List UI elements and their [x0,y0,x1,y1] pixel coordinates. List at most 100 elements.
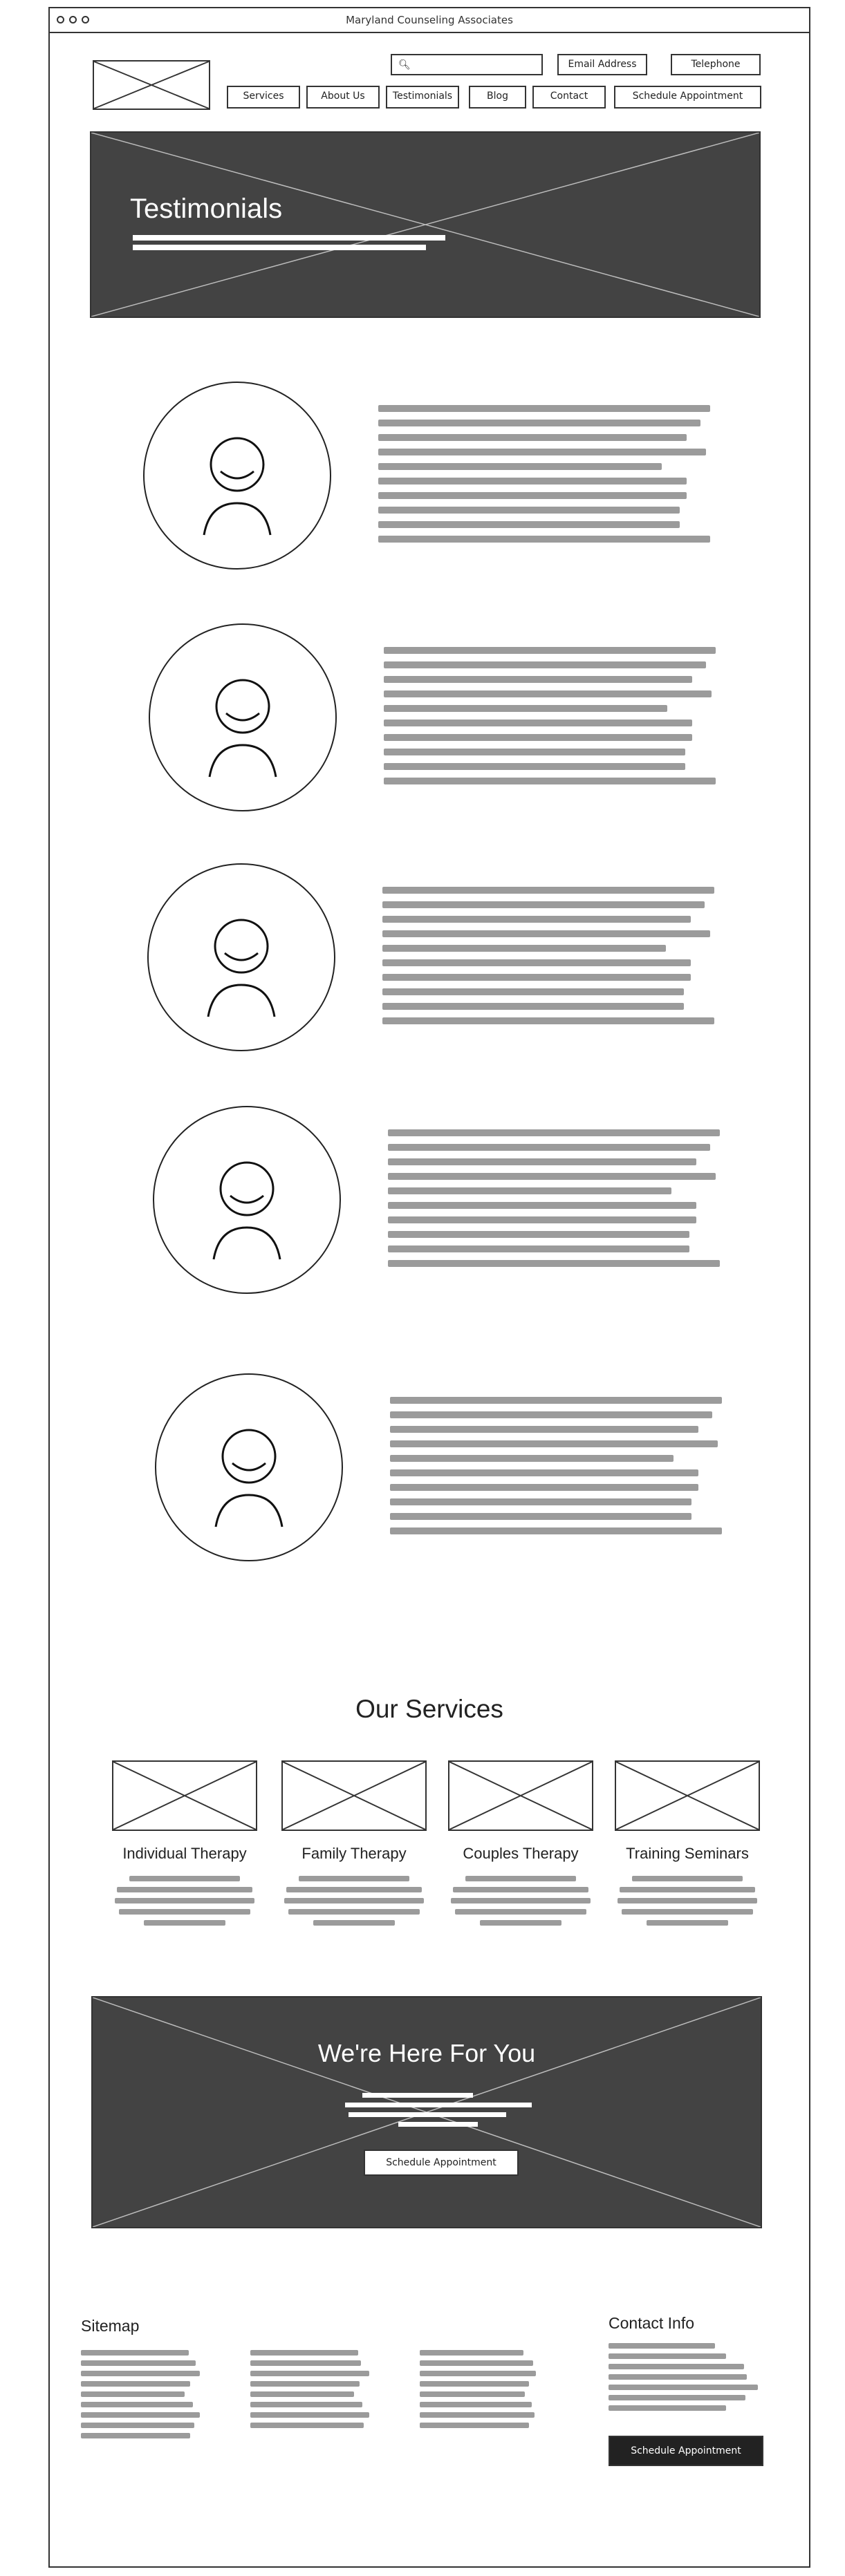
cta-title: We're Here For You [317,2039,536,2067]
nav-contact[interactable]: Contact [532,86,606,109]
testimonial-text-line [382,988,684,995]
testimonial-avatar [147,863,335,1051]
footer-sitemap-link[interactable] [420,2371,536,2376]
service-description-line [455,1909,586,1915]
testimonial-avatar [149,623,337,811]
testimonial-text-line [378,405,710,412]
services-heading: Our Services [355,1695,503,1723]
footer-sitemap-link[interactable] [250,2412,369,2418]
footer-sitemap-link[interactable] [81,2360,196,2366]
logo-placeholder[interactable] [93,60,210,110]
testimonial-text-line [378,449,706,455]
nav-about-us[interactable]: About Us [306,86,380,109]
service-individual-therapy-image[interactable] [112,1760,257,1831]
testimonial-text-line [382,887,714,894]
service-description-line [620,1887,755,1892]
service-description-line [129,1876,240,1881]
footer-sitemap-link[interactable] [81,2350,189,2356]
footer-sitemap-link[interactable] [420,2402,532,2407]
footer-sitemap-link[interactable] [250,2391,354,2397]
email-address-button[interactable]: Email Address [557,54,647,75]
testimonial-text-line [384,720,692,726]
window-title: Maryland Counseling Associates [346,14,513,26]
footer-sitemap-link[interactable] [250,2360,361,2366]
footer-sitemap-link[interactable] [250,2350,358,2356]
testimonial-text-line [384,749,685,755]
nav-schedule-appointment[interactable]: Schedule Appointment [614,86,761,109]
testimonial-text-line [388,1245,689,1252]
window-titlebar: Maryland Counseling Associates [50,8,809,33]
service-family-therapy-title[interactable]: Family Therapy [281,1845,427,1863]
footer-sitemap-link[interactable] [420,2412,535,2418]
testimonial-text-line [388,1144,710,1151]
cta-text-line [345,2103,532,2107]
footer-sitemap-link[interactable] [420,2381,529,2387]
footer-sitemap-link[interactable] [81,2371,200,2376]
testimonial-text-line [378,478,687,485]
footer-contact-line [609,2395,745,2400]
cta-text-line [349,2112,506,2117]
testimonial-text-line [384,734,692,741]
service-couples-therapy-image[interactable] [448,1760,593,1831]
testimonial-avatar [155,1373,343,1561]
testimonial-text-line [388,1231,689,1238]
user-icon [214,1429,284,1527]
service-training-seminars-image[interactable] [615,1760,760,1831]
hero-banner: Testimonials [90,131,761,318]
cta-schedule-appointment-button[interactable]: Schedule Appointment [364,2150,519,2176]
footer-sitemap-link[interactable] [420,2360,533,2366]
testimonial-text-line [388,1129,720,1136]
service-description-line [286,1887,422,1892]
footer-sitemap-link[interactable] [250,2381,360,2387]
nav-services[interactable]: Services [227,86,300,109]
footer-contact-line [609,2374,747,2380]
footer-contact-line [609,2364,744,2369]
footer-sitemap-link[interactable] [420,2391,525,2397]
service-description-line [119,1909,250,1915]
testimonial-text-line [378,507,680,514]
testimonial-text-line [390,1513,691,1520]
nav-testimonials[interactable]: Testimonials [386,86,459,109]
testimonial-avatar [143,382,331,570]
service-description-line [288,1909,420,1915]
footer-sitemap-link[interactable] [81,2402,193,2407]
footer-sitemap-link[interactable] [81,2433,190,2438]
footer-sitemap-link[interactable] [420,2423,529,2428]
testimonial-text-line [382,916,691,923]
testimonial-text-line [382,1017,714,1024]
footer-schedule-appointment-button[interactable]: Schedule Appointment [609,2436,763,2466]
footer-sitemap-heading: Sitemap [81,2317,140,2335]
testimonial-avatar [153,1106,341,1294]
testimonial-text-line [384,690,712,697]
user-icon [207,919,276,1017]
testimonial-text-line [378,463,662,470]
footer-sitemap-link[interactable] [420,2350,523,2356]
service-description-line [144,1920,225,1926]
footer-sitemap-link[interactable] [250,2402,362,2407]
hero-subtitle-line [133,245,426,250]
footer-sitemap-link[interactable] [250,2423,364,2428]
testimonial-text-line [388,1260,720,1267]
service-description-line [299,1876,409,1881]
testimonial-text-line [388,1173,716,1180]
footer-contact-line [609,2405,726,2411]
service-family-therapy-image[interactable] [281,1760,427,1831]
footer-sitemap-link[interactable] [81,2412,200,2418]
testimonial-text-line [384,778,716,784]
testimonial-text-line [378,536,710,543]
testimonial-text-line [390,1411,712,1418]
footer-sitemap-link[interactable] [81,2381,190,2387]
search-input[interactable]: 🔍︎ [391,54,543,75]
footer-contact-heading: Contact Info [609,2314,695,2332]
service-description-line [284,1898,424,1903]
service-individual-therapy-title[interactable]: Individual Therapy [112,1845,257,1863]
service-couples-therapy-title[interactable]: Couples Therapy [448,1845,593,1863]
service-training-seminars-title[interactable]: Training Seminars [615,1845,760,1863]
footer-sitemap-link[interactable] [250,2371,369,2376]
cta-banner: We're Here For You Schedule Appointment [91,1996,762,2228]
footer-sitemap-link[interactable] [81,2423,194,2428]
nav-blog[interactable]: Blog [469,86,526,109]
service-description-line [117,1887,252,1892]
telephone-button[interactable]: Telephone [671,54,761,75]
footer-sitemap-link[interactable] [81,2391,185,2397]
